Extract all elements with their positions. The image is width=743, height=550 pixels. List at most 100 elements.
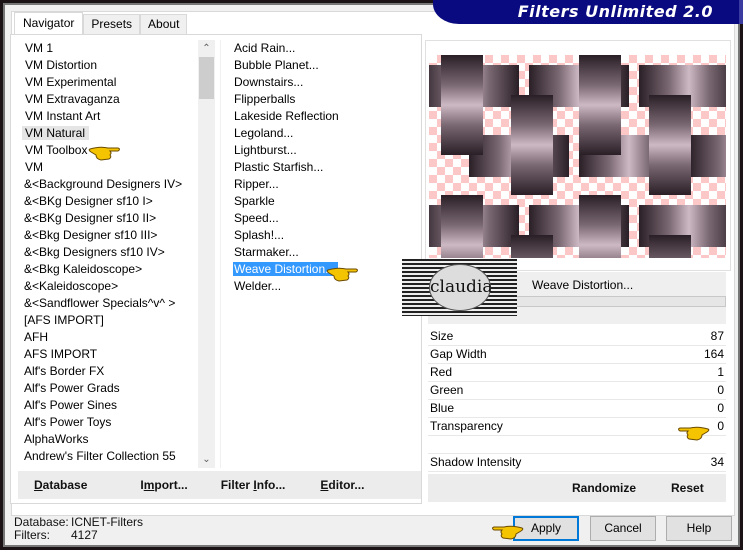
parameter-slider[interactable]: Green 0 [428, 382, 726, 400]
chevron-down-icon[interactable]: ⌄ [198, 451, 215, 468]
parameter-slider[interactable]: Gap Width 164 [428, 346, 726, 364]
parameter-value: 1 [717, 365, 724, 379]
weave-strip [649, 95, 691, 195]
filter-item[interactable]: Flipperballs [221, 91, 420, 108]
category-item[interactable]: Alf's Power Sines [18, 397, 198, 414]
category-item[interactable]: Andrew's Filter Collection 55 [18, 448, 198, 465]
parameter-slider[interactable]: Blue 0 [428, 400, 726, 418]
category-item[interactable]: Alf's Border FX [18, 363, 198, 380]
parameter-button-bar: Randomize Reset [428, 474, 726, 502]
filter-item-label: Flipperballs [234, 92, 296, 106]
parameter-slider[interactable]: Red 1 [428, 364, 726, 382]
category-item[interactable]: VM Instant Art [18, 108, 198, 125]
cancel-button[interactable]: Cancel [590, 516, 656, 541]
filter-item[interactable]: Ripper... [221, 176, 420, 193]
filter-item[interactable]: Speed... [221, 210, 420, 227]
category-item-label: Alf's Power Toys [24, 415, 112, 429]
category-item-label: Andrew's Filter Collection 55 [24, 449, 176, 463]
category-item[interactable]: &<Kaleidoscope> [18, 278, 198, 295]
editor-button[interactable]: Editor... [320, 478, 364, 492]
parameter-value: 87 [710, 329, 724, 343]
category-item-label: &<Sandflower Specials^v^ > [24, 296, 176, 310]
category-item[interactable]: &<Bkg Designers sf10 IV> [18, 244, 198, 261]
current-filter-name: Weave Distortion... [532, 278, 634, 292]
import-button[interactable]: Import... [140, 478, 187, 492]
category-item[interactable]: AFS IMPORT [18, 346, 198, 363]
reset-button[interactable]: Reset [671, 481, 704, 495]
category-item[interactable]: Alf's Power Toys [18, 414, 198, 431]
pointing-hand-icon [492, 525, 524, 540]
parameter-value: 0 [717, 383, 724, 397]
pointing-hand-icon [678, 426, 710, 441]
category-item[interactable]: AFH [18, 329, 198, 346]
filter-item[interactable]: Acid Rain... [221, 40, 420, 57]
filter-item-label: Sparkle [234, 194, 275, 208]
category-item[interactable]: Alf's Power Grads [18, 380, 198, 397]
category-item[interactable]: &<Background Designers IV> [18, 176, 198, 193]
parameter-slider[interactable]: Shadow Intensity 34 [428, 454, 726, 472]
filter-item[interactable]: Starmaker... [221, 244, 420, 261]
filter-info-button[interactable]: Filter Info... [221, 478, 286, 492]
chevron-up-icon[interactable]: ⌃ [198, 40, 215, 57]
category-item-label: &<Bkg Kaleidoscope> [24, 262, 143, 276]
category-item[interactable]: VM 1 [18, 40, 198, 57]
filter-item[interactable]: Splash!... [221, 227, 420, 244]
category-item-label: AFH [24, 330, 48, 344]
scrollbar-thumb[interactable] [199, 57, 214, 99]
randomize-button[interactable]: Randomize [572, 481, 636, 495]
filter-item-label: Welder... [234, 279, 282, 293]
filter-item-label: Weave Distortion... [233, 262, 339, 276]
tab-presets[interactable]: Presets [83, 14, 141, 34]
category-item-label: &<Background Designers IV> [24, 177, 183, 191]
filter-item[interactable]: Legoland... [221, 125, 420, 142]
weave-strip [441, 195, 483, 258]
category-item[interactable]: VM Natural [18, 125, 198, 142]
category-item-label: AlphaWorks [24, 432, 89, 446]
filter-item[interactable]: Weave Distortion... [221, 261, 420, 278]
parameter-value: 0 [717, 419, 724, 433]
parameter-slider[interactable]: Size 87 [428, 328, 726, 346]
category-item-label: VM Distortion [25, 58, 98, 72]
category-item-label: &<Bkg Designer sf10 III> [24, 228, 158, 242]
filter-item[interactable]: Bubble Planet... [221, 57, 420, 74]
category-scrollbar[interactable]: ⌃ ⌄ [198, 40, 215, 468]
filter-item-label: Splash!... [234, 228, 285, 242]
parameter-label: Size [430, 329, 454, 343]
filter-item[interactable]: Sparkle [221, 193, 420, 210]
parameter-label: Red [430, 365, 453, 379]
tab-navigator[interactable]: Navigator [14, 12, 84, 34]
database-button[interactable]: Database [34, 478, 87, 492]
filter-item[interactable]: Downstairs... [221, 74, 420, 91]
category-item[interactable]: &<BKg Designer sf10 I> [18, 193, 198, 210]
category-item-label: &<Kaleidoscope> [24, 279, 119, 293]
category-item[interactable]: &<Bkg Designer sf10 III> [18, 227, 198, 244]
category-item[interactable]: VM Distortion [18, 57, 198, 74]
weave-strip [441, 55, 483, 155]
parameter-label: Gap Width [430, 347, 487, 361]
category-item-label: &<Bkg Designers sf10 IV> [24, 245, 165, 259]
tab-about[interactable]: About [140, 14, 188, 34]
filters-count-value: 4127 [71, 528, 98, 542]
category-item[interactable]: &<Sandflower Specials^v^ > [18, 295, 198, 312]
help-button[interactable]: Help [666, 516, 732, 541]
filter-item[interactable]: Welder... [221, 278, 420, 295]
filter-list[interactable]: Acid Rain... Bubble Planet... Downstairs..… [220, 40, 420, 468]
category-item[interactable]: VM Extravaganza [18, 91, 198, 108]
category-item[interactable]: AlphaWorks [18, 431, 198, 448]
category-list[interactable]: VM 1 VM Distortion VM Experimental VM Extra… [18, 40, 198, 468]
filter-item[interactable]: Lakeside Reflection [221, 108, 420, 125]
filter-item-label: Downstairs... [234, 75, 304, 89]
category-item[interactable]: VM Experimental [18, 74, 198, 91]
filter-item[interactable]: Plastic Starfish... [221, 159, 420, 176]
category-item-label: AFS IMPORT [24, 347, 98, 361]
category-item-label: [AFS IMPORT] [24, 313, 104, 327]
weave-strip [649, 235, 691, 258]
category-item[interactable]: [AFS IMPORT] [18, 312, 198, 329]
filter-item-label: Lightburst... [234, 143, 297, 157]
filter-item[interactable]: Lightburst... [221, 142, 420, 159]
tab-bar: Navigator Presets About [14, 12, 188, 34]
category-item-label: Alf's Power Sines [24, 398, 117, 412]
category-item[interactable]: &<BKg Designer sf10 II> [18, 210, 198, 227]
parameter-label: Green [430, 383, 464, 397]
category-item[interactable]: &<Bkg Kaleidoscope> [18, 261, 198, 278]
